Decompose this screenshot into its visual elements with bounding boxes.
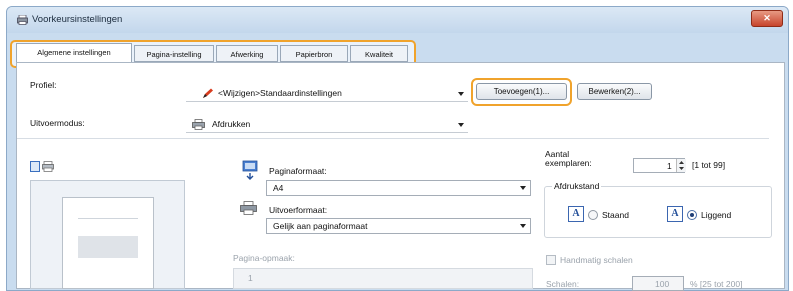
portrait-radio[interactable] [588, 210, 598, 220]
portrait-label: Staand [602, 210, 629, 220]
tab-finishing[interactable]: Afwerking [216, 45, 278, 62]
output-method-combo[interactable]: Afdrukken [186, 117, 468, 133]
output-method-value: Afdrukken [212, 119, 251, 129]
printer-icon [192, 119, 205, 130]
output-size-value: Gelijk aan paginaformaat [273, 221, 368, 231]
page-size-dropdown[interactable]: A4 [266, 180, 531, 196]
chevron-down-icon [458, 92, 464, 96]
tab-page-setup[interactable]: Pagina-instelling [134, 45, 214, 62]
landscape-radio[interactable] [687, 210, 697, 220]
copies-value: 1 [667, 161, 672, 171]
manual-scaling-checkbox[interactable] [546, 255, 556, 265]
up-down-arrows-icon [679, 161, 684, 170]
page-layout-selector[interactable]: 1 [233, 268, 533, 289]
landscape-page-icon: A [667, 206, 683, 222]
portrait-page-icon: A [568, 206, 584, 222]
printer-preview-icon[interactable] [42, 161, 54, 172]
scaling-range: % [25 tot 200] [690, 279, 743, 289]
tab-general-settings[interactable]: Algemene instellingen [16, 43, 132, 63]
scaling-label: Schalen: [546, 279, 580, 289]
page-size-value: A4 [273, 183, 284, 193]
tab-quality[interactable]: Kwaliteit [350, 45, 408, 62]
chevron-down-icon [458, 123, 464, 127]
chevron-down-icon [520, 224, 526, 228]
landscape-label: Liggend [701, 210, 732, 220]
orientation-group-label: Afdrukstand [552, 181, 602, 191]
preview-line [78, 218, 138, 219]
profile-value: <Wijzigen>Standaardinstellingen [218, 88, 342, 98]
copies-spinner[interactable]: 1 [633, 158, 686, 173]
tab-paper-source[interactable]: Papierbron [280, 45, 348, 62]
copies-label: Aantal exemplaren: [545, 150, 592, 168]
output-size-label: Uitvoerformaat: [269, 205, 328, 215]
page-size-icon [242, 160, 258, 180]
title-bar: Voorkeursinstellingen ✕ [7, 7, 788, 33]
copies-label-line2: exemplaren: [545, 158, 592, 168]
output-method-label: Uitvoermodus: [30, 118, 85, 128]
copies-range: [1 tot 99] [692, 160, 726, 170]
manual-scaling-label: Handmatig schalen [560, 255, 633, 265]
preview-block [78, 236, 138, 258]
pencil-icon [203, 88, 213, 98]
profile-label: Profiel: [30, 80, 57, 90]
close-button[interactable]: ✕ [751, 10, 783, 27]
landscape-radio-dot [690, 213, 694, 217]
copies-stepper[interactable] [676, 159, 686, 172]
page-size-label: Paginaformaat: [269, 166, 327, 176]
section-divider [17, 138, 769, 139]
page-layout-label: Pagina-opmaak: [233, 253, 295, 263]
add-profile-button[interactable]: Toevoegen(1)... [476, 83, 567, 100]
chevron-down-icon [520, 186, 526, 190]
output-size-icon [240, 201, 257, 215]
preview-layout-icon[interactable] [30, 161, 40, 172]
window-title: Voorkeursinstellingen [32, 14, 123, 25]
scaling-value: 100 [655, 279, 670, 289]
edit-profile-button[interactable]: Bewerken(2)... [577, 83, 652, 100]
output-size-dropdown[interactable]: Gelijk aan paginaformaat [266, 218, 531, 234]
printer-icon [17, 15, 28, 25]
page-layout-value: 1 [248, 273, 253, 283]
profile-combo[interactable]: <Wijzigen>Standaardinstellingen [186, 86, 468, 102]
